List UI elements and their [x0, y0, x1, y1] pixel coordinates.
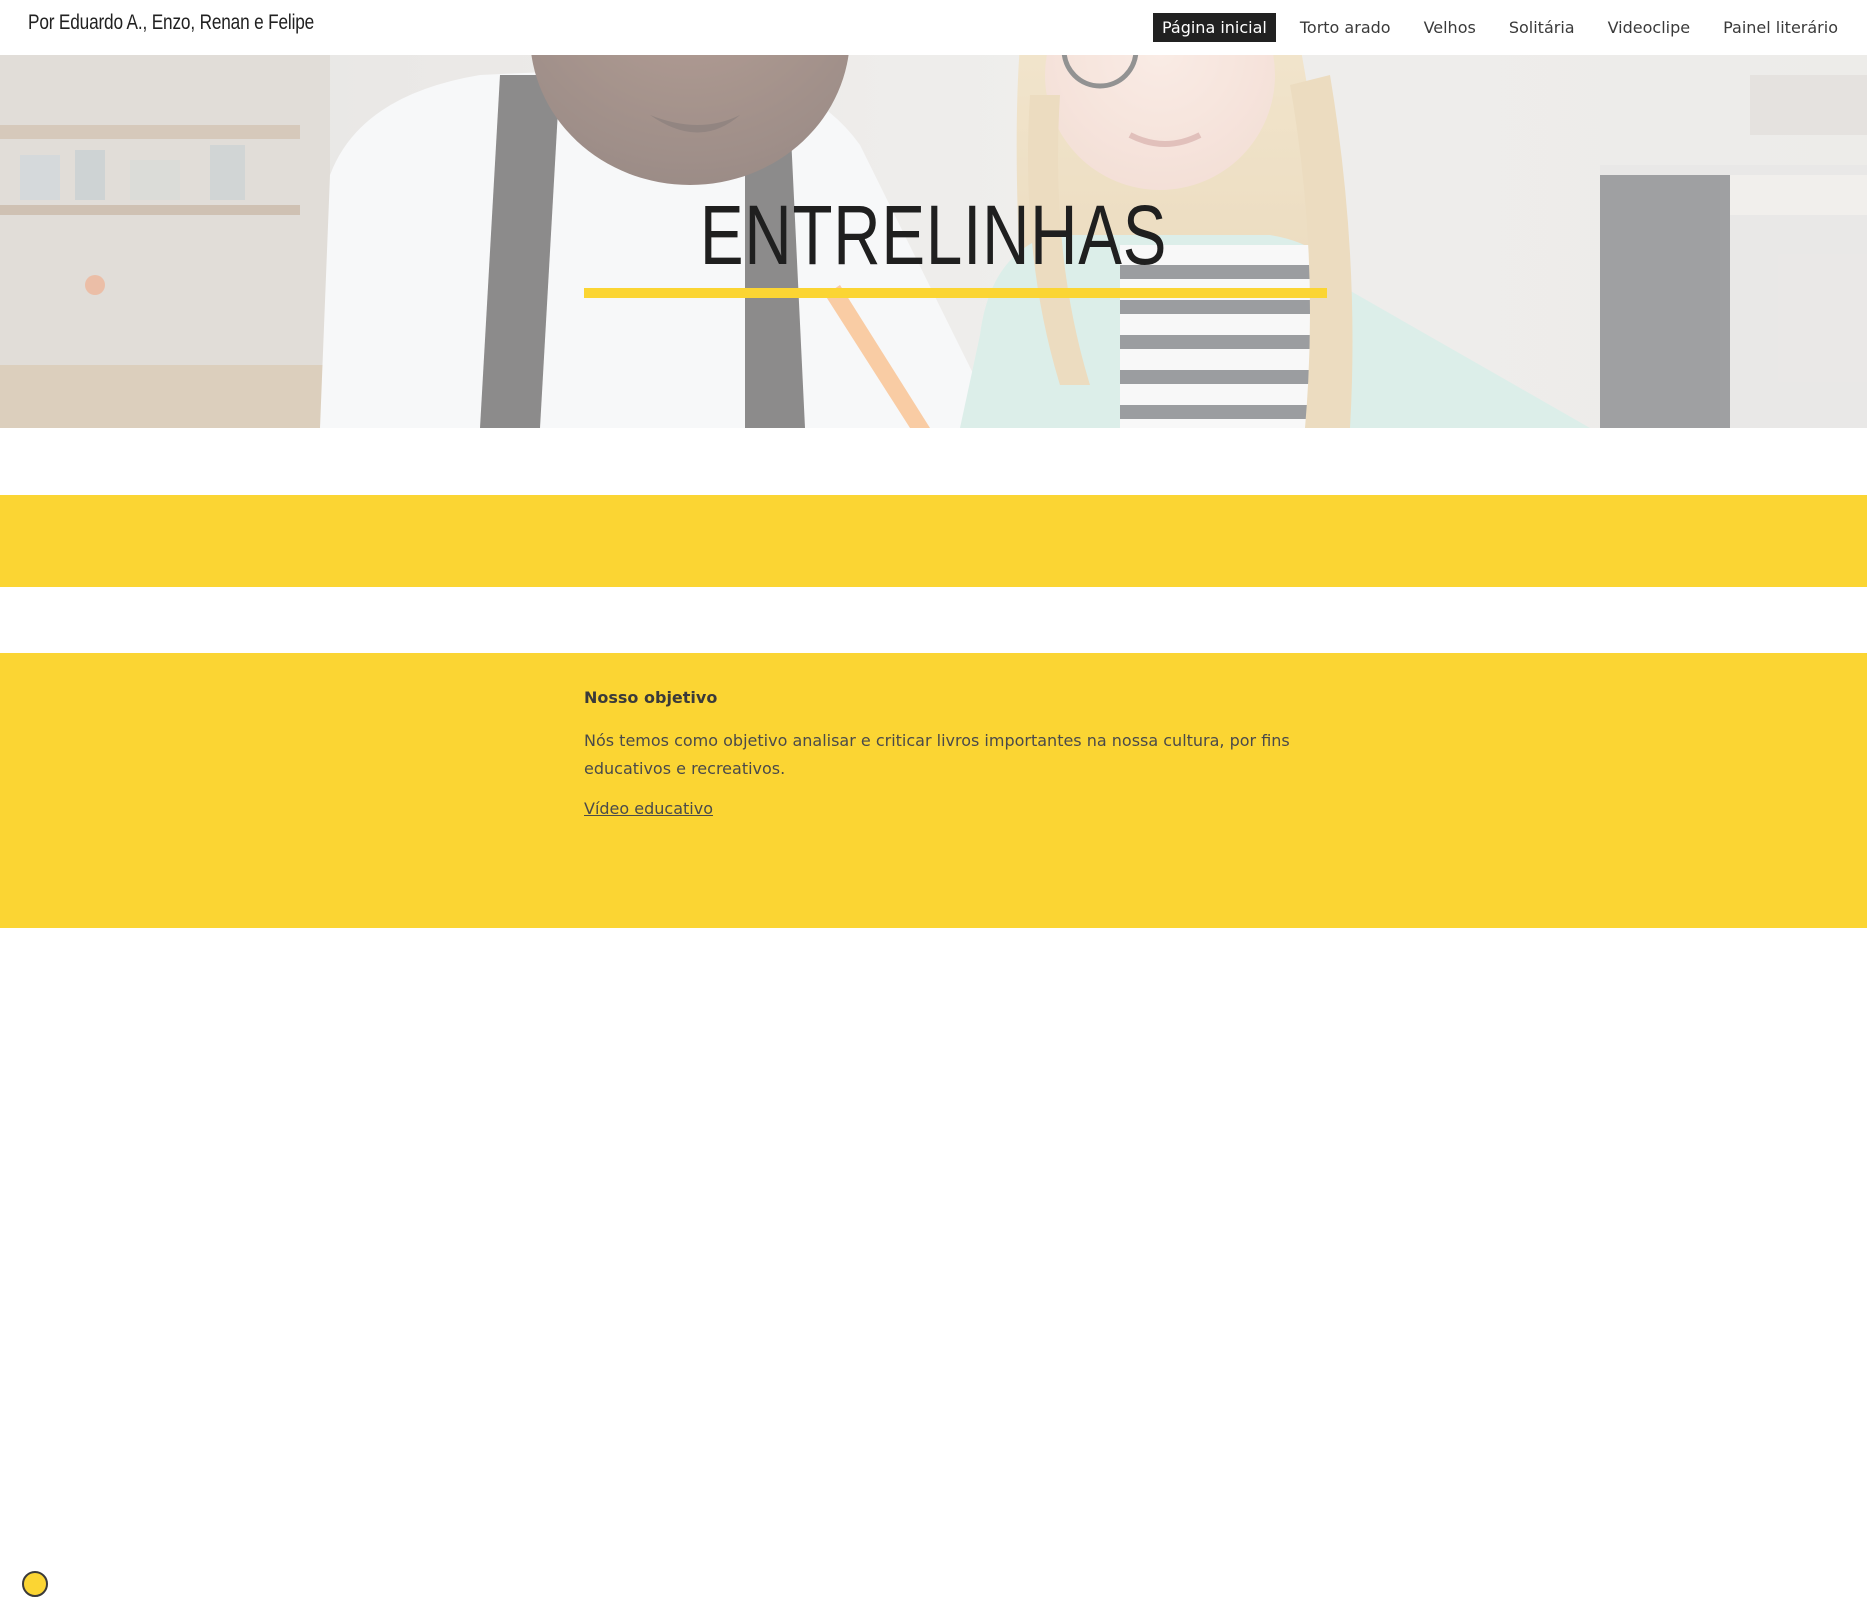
top-nav-bar: Por Eduardo A., Enzo, Renan e Felipe Pág…: [0, 0, 1867, 55]
nav-item-pagina-inicial[interactable]: Página inicial: [1152, 13, 1276, 42]
hero-title: ENTRELINHAS: [0, 190, 1867, 280]
nav-item-videoclipe[interactable]: Videoclipe: [1599, 13, 1700, 42]
site-title[interactable]: Por Eduardo A., Enzo, Renan e Felipe: [28, 11, 314, 35]
main-nav: Página inicial Torto arado Velhos Solitá…: [1152, 13, 1847, 42]
yellow-band-empty: [0, 495, 1867, 587]
hero-title-underline: [584, 288, 1327, 298]
objective-content: Nosso objetivo Nós temos como objetivo a…: [584, 687, 1344, 820]
help-icon[interactable]: [22, 1571, 48, 1597]
nav-item-torto-arado[interactable]: Torto arado: [1291, 13, 1400, 42]
objective-heading: Nosso objetivo: [584, 688, 718, 707]
hero-title-text: ENTRELINHAS: [699, 188, 1168, 282]
nav-item-velhos[interactable]: Velhos: [1415, 13, 1485, 42]
objective-section: Nosso objetivo Nós temos como objetivo a…: [0, 653, 1867, 1597]
nav-item-solitaria[interactable]: Solitária: [1500, 13, 1584, 42]
objective-body: Nós temos como objetivo analisar e criti…: [584, 731, 1290, 778]
hero-banner: ENTRELINHAS: [0, 55, 1867, 428]
educational-video-link[interactable]: Vídeo educativo: [584, 799, 713, 818]
nav-item-painel-literario[interactable]: Painel literário: [1714, 13, 1847, 42]
